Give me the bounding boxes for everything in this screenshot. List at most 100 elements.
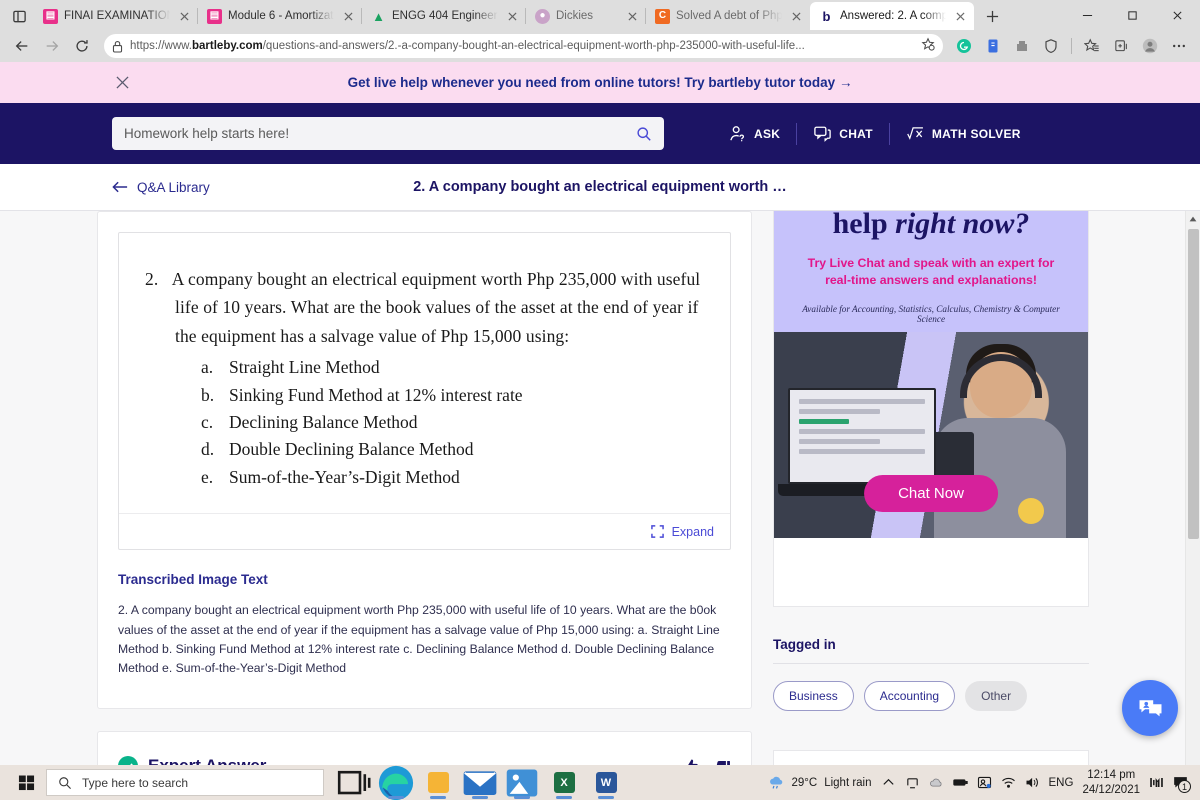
battery-icon[interactable]	[952, 775, 968, 790]
ui-bar	[799, 419, 850, 424]
bartleby-icon: b	[819, 8, 834, 24]
cloud-icon[interactable]	[929, 775, 944, 790]
word-icon[interactable]: W	[586, 765, 626, 800]
maximize-icon[interactable]	[1110, 0, 1155, 30]
imi-icon[interactable]	[1149, 775, 1164, 790]
browser-tab-5[interactable]: C Solved A debt of Php 15	[645, 2, 810, 30]
windows-taskbar: Type here to search X W 29°C Light rain …	[0, 765, 1200, 800]
close-icon[interactable]	[112, 73, 132, 93]
close-icon[interactable]	[952, 8, 968, 24]
mail-icon[interactable]	[460, 765, 500, 800]
grammarly-icon[interactable]	[951, 33, 977, 59]
reload-button[interactable]	[68, 33, 96, 59]
math-solver-button[interactable]: MATH SOLVER	[890, 124, 1037, 143]
question-card: 2. A company bought an electrical equipm…	[97, 211, 752, 710]
tab-strip: ▤ FINAI EXAMINATION ▤ Module 6 - Amortiz…	[0, 0, 1200, 30]
ad-headline-main: help right now?	[792, 211, 1070, 241]
drive-icon: ▲	[372, 8, 385, 24]
option-text: Sinking Fund Method at 12% interest rate	[229, 384, 523, 405]
close-icon[interactable]	[788, 8, 804, 24]
shield-icon[interactable]	[1038, 33, 1064, 59]
excel-icon[interactable]: X	[544, 765, 584, 800]
promo-cta-link[interactable]: Try bartleby tutor today	[684, 75, 835, 90]
chat-button[interactable]: CHAT	[797, 124, 889, 143]
extension-icons	[951, 33, 1192, 59]
tab-title: Solved A debt of Php 15	[676, 10, 782, 22]
homework-search-box[interactable]	[112, 117, 664, 150]
address-bar[interactable]: https://www.bartleby.com/questions-and-a…	[104, 34, 943, 58]
close-icon[interactable]	[340, 8, 356, 24]
search-input[interactable]	[124, 126, 636, 141]
tag-other[interactable]: Other	[965, 681, 1028, 711]
qa-library-back-link[interactable]: Q&A Library	[112, 180, 210, 195]
close-icon[interactable]	[624, 8, 640, 24]
tagged-in-section: Tagged in Business Accounting Other	[773, 637, 1089, 711]
photos-icon[interactable]	[502, 765, 542, 800]
expand-image-button[interactable]: Expand	[119, 513, 730, 549]
close-icon[interactable]	[1155, 0, 1200, 30]
settings-more-icon[interactable]	[1166, 33, 1192, 59]
task-view-icon[interactable]	[334, 765, 374, 800]
ad-top-section: Need homework help right now? Try Live C…	[774, 211, 1088, 332]
chevron-up-icon[interactable]	[881, 775, 896, 790]
ask-button[interactable]: ASK	[712, 124, 796, 143]
wifi-icon[interactable]	[1001, 775, 1016, 790]
profile-icon[interactable]	[1137, 33, 1163, 59]
back-button[interactable]	[8, 33, 36, 59]
toolbar-divider	[1071, 38, 1072, 54]
taskbar-apps: X W	[334, 765, 626, 800]
option-c: c. Declining Balance Method	[201, 409, 704, 436]
browser-tab-3[interactable]: ▲ ENGG 404 Engineering E	[361, 2, 526, 30]
page-scrollbar[interactable]	[1185, 211, 1200, 772]
close-icon[interactable]	[176, 8, 192, 24]
weather-widget[interactable]: 29°C Light rain	[768, 774, 872, 791]
scroll-up-arrow-icon[interactable]	[1186, 211, 1200, 226]
forward-button[interactable]	[38, 33, 66, 59]
option-text: Double Declining Balance Method	[229, 439, 474, 460]
chat-now-button[interactable]: Chat Now	[864, 475, 998, 512]
pdf-icon[interactable]	[980, 33, 1006, 59]
favorite-star-icon[interactable]	[921, 36, 935, 56]
option-label: a.	[201, 357, 214, 378]
close-icon[interactable]	[504, 8, 520, 24]
collections-icon[interactable]	[1108, 33, 1134, 59]
support-chat-fab[interactable]	[1122, 680, 1178, 736]
search-icon[interactable]	[636, 126, 652, 142]
live-chat-ad[interactable]: Need homework help right now? Try Live C…	[773, 211, 1089, 607]
file-explorer-icon[interactable]	[418, 765, 458, 800]
tag-business[interactable]: Business	[773, 681, 854, 711]
collections-star-icon[interactable]	[1079, 33, 1105, 59]
new-tab-button[interactable]	[978, 2, 1006, 30]
arrow-right-icon: →	[838, 75, 853, 90]
word-glyph: W	[595, 772, 617, 793]
taskbar-clock[interactable]: 12:14 pm 24/12/2021	[1082, 768, 1140, 796]
start-button[interactable]	[6, 765, 46, 800]
edge-icon[interactable]	[376, 765, 416, 800]
browser-tab-6-active[interactable]: b Answered: 2. A company	[810, 2, 974, 30]
browser-tab-4[interactable]: ● Dickies	[525, 2, 646, 30]
transcribed-text: 2. A company bought an electrical equipm…	[118, 603, 720, 676]
onedrive-sync-icon[interactable]	[905, 775, 920, 790]
minimize-icon[interactable]	[1065, 0, 1110, 30]
scanned-question-text: 2. A company bought an electrical equipm…	[119, 233, 730, 513]
browser-tab-2[interactable]: ▤ Module 6 - Amortization	[197, 2, 362, 30]
scrollbar-thumb[interactable]	[1188, 229, 1199, 539]
tag-accounting[interactable]: Accounting	[863, 681, 956, 711]
ask-label: ASK	[754, 126, 781, 141]
notification-icon[interactable]: 1	[1173, 775, 1191, 793]
expand-label: Expand	[671, 524, 714, 539]
volume-icon[interactable]	[1025, 775, 1040, 790]
extension-icon[interactable]	[1009, 33, 1035, 59]
tab-list-icon[interactable]	[4, 2, 34, 30]
browser-tab-1[interactable]: ▤ FINAI EXAMINATION	[34, 2, 198, 30]
browser-chrome: ▤ FINAI EXAMINATION ▤ Module 6 - Amortiz…	[0, 0, 1200, 62]
tab-title: ENGG 404 Engineering E	[392, 10, 498, 22]
security-icon[interactable]	[977, 775, 992, 790]
option-e: e. Sum-of-the-Year’s-Digit Method	[201, 464, 704, 491]
notification-count: 1	[1178, 780, 1191, 793]
browser-window: ▤ FINAI EXAMINATION ▤ Module 6 - Amortiz…	[0, 0, 1200, 800]
promo-text: Get live help whenever you need from onl…	[0, 75, 1200, 90]
taskbar-search[interactable]: Type here to search	[46, 769, 324, 796]
photo-glyph	[506, 769, 538, 796]
language-indicator[interactable]: ENG	[1049, 777, 1074, 789]
